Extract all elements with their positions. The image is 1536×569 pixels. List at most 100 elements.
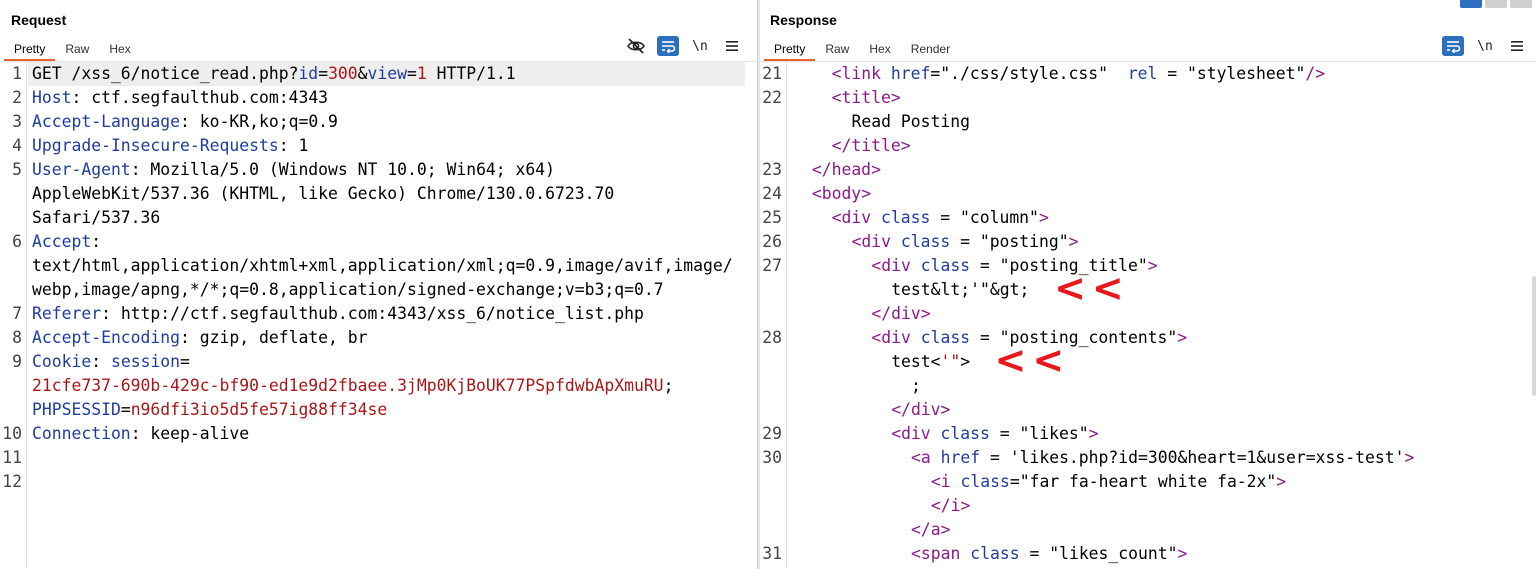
code-token: AppleWebKit/537.36 (KHTML, like Gecko) C… bbox=[32, 184, 615, 203]
code-line[interactable]: test<'"> << bbox=[760, 341, 1536, 379]
code-token: : Mozilla/5.0 (Windows NT 10.0; Win64; x… bbox=[130, 160, 556, 179]
code-token: > bbox=[1147, 256, 1158, 275]
code-line[interactable]: 1 GET /xss_6/notice_read.php?id=300&view=… bbox=[0, 62, 757, 86]
code-line[interactable]: AppleWebKit/537.36 (KHTML, like Gecko) C… bbox=[0, 182, 757, 206]
code-line[interactable]: 10 Connection: keep-alive bbox=[0, 422, 757, 446]
code-token: class bbox=[891, 232, 951, 251]
line-code: </div> bbox=[871, 302, 930, 326]
line-code: <div class = "likes"> bbox=[891, 422, 1098, 446]
code-token: > bbox=[861, 184, 872, 203]
code-token: : 1 bbox=[278, 136, 309, 155]
code-token: class bbox=[910, 256, 971, 275]
response-tab-hex[interactable]: Hex bbox=[859, 39, 900, 61]
code-line[interactable]: 27 <div class = "posting_title"> bbox=[760, 254, 1536, 278]
code-line[interactable]: 6 Accept: bbox=[0, 230, 757, 254]
response-tab-render[interactable]: Render bbox=[901, 39, 960, 61]
code-line[interactable]: 8 Accept-Encoding: gzip, deflate, br bbox=[0, 326, 757, 350]
code-token: < bbox=[911, 448, 921, 467]
code-token: < bbox=[851, 232, 862, 251]
code-token: class bbox=[910, 328, 971, 347]
code-line[interactable]: 22 <title> bbox=[760, 86, 1536, 110]
code-token: text/html,application/xhtml+xml,applicat… bbox=[32, 256, 733, 275]
code-line[interactable]: 2 Host: ctf.segfaulthub.com:4343 bbox=[0, 86, 757, 110]
code-line[interactable]: 29 <div class = "likes"> bbox=[760, 422, 1536, 446]
code-line[interactable]: 31 <span class = "likes_count"> bbox=[760, 542, 1536, 566]
code-line[interactable]: ; bbox=[760, 374, 1536, 398]
request-tab-raw[interactable]: Raw bbox=[55, 39, 99, 61]
code-token: < bbox=[831, 64, 842, 83]
code-line[interactable]: Safari/537.36 bbox=[0, 206, 757, 230]
code-line[interactable]: 21 <link href="./css/style.css" rel = "st… bbox=[760, 62, 1536, 86]
code-line[interactable]: 4 Upgrade-Insecure-Requests: 1 bbox=[0, 134, 757, 158]
code-line[interactable]: 28 <div class = "posting_contents"> bbox=[760, 326, 1536, 350]
code-line[interactable]: PHPSESSID=n96dfi3io5d5fe57ig88ff34se bbox=[0, 398, 757, 422]
code-token: view bbox=[367, 64, 408, 83]
code-line[interactable]: 21cfe737-690b-429c-bf90-ed1e9d2fbaee.3jM… bbox=[0, 374, 757, 398]
layout-tabs-button[interactable] bbox=[1510, 0, 1532, 8]
code-token: test< bbox=[891, 352, 941, 371]
hamburger-menu-icon[interactable] bbox=[721, 36, 743, 56]
code-token: : ctf.segfaulthub.com:4343 bbox=[71, 88, 329, 107]
code-token: 21cfe737-690b-429c-bf90-ed1e9d2fbaee.3jM… bbox=[32, 376, 664, 395]
code-token: Upgrade-Insecure-Requests bbox=[32, 136, 279, 155]
request-tab-hex[interactable]: Hex bbox=[99, 39, 140, 61]
code-token: i bbox=[940, 472, 951, 491]
line-code: <body> bbox=[812, 182, 871, 206]
code-line[interactable]: text/html,application/xhtml+xml,applicat… bbox=[0, 254, 757, 278]
code-token: rel bbox=[1127, 64, 1158, 83]
newline-toggle[interactable]: \n bbox=[1474, 36, 1496, 56]
line-code: text/html,application/xhtml+xml,applicat… bbox=[32, 254, 733, 278]
response-editor[interactable]: 21 <link href="./css/style.css" rel = "st… bbox=[760, 62, 1536, 569]
code-token: > bbox=[940, 400, 951, 419]
request-editor[interactable]: 1 GET /xss_6/notice_read.php?id=300&view=… bbox=[0, 62, 757, 569]
code-line[interactable]: 5 User-Agent: Mozilla/5.0 (Windows NT 10.… bbox=[0, 158, 757, 182]
wrap-lines-icon[interactable] bbox=[1442, 36, 1464, 56]
code-line[interactable]: </a> bbox=[760, 518, 1536, 542]
request-tab-pretty[interactable]: Pretty bbox=[4, 39, 56, 61]
code-line[interactable]: Read Posting bbox=[760, 110, 1536, 134]
code-token: a bbox=[920, 448, 931, 467]
code-line[interactable]: 26 <div class = "posting"> bbox=[760, 230, 1536, 254]
code-token: = bbox=[180, 352, 190, 371]
code-line[interactable]: webp,image/apng,*/*;q=0.8,application/si… bbox=[0, 278, 757, 302]
line-number: 22 bbox=[762, 88, 782, 107]
request-title: Request bbox=[11, 12, 67, 28]
code-token: div bbox=[881, 328, 911, 347]
code-token: & bbox=[357, 64, 368, 83]
code-token: </ bbox=[831, 136, 852, 155]
code-line[interactable]: </div> bbox=[760, 398, 1536, 422]
layout-split-button[interactable] bbox=[1460, 0, 1482, 8]
code-line[interactable]: test&lt;'"&gt; << bbox=[760, 269, 1536, 307]
response-tab-pretty[interactable]: Pretty bbox=[764, 39, 816, 61]
layout-horizontal-button[interactable] bbox=[1485, 0, 1507, 8]
response-title: Response bbox=[770, 12, 837, 28]
line-number: 29 bbox=[762, 424, 782, 443]
code-line[interactable]: 3 Accept-Language: ko-KR,ko;q=0.9 bbox=[0, 110, 757, 134]
code-line[interactable]: 7 Referer: http://ctf.segfaulthub.com:434… bbox=[0, 302, 757, 326]
code-line[interactable]: 23 </head> bbox=[760, 158, 1536, 182]
code-token: HTTP/1.1 bbox=[426, 64, 516, 83]
code-token: div bbox=[881, 256, 911, 275]
wrap-lines-icon[interactable] bbox=[657, 36, 679, 56]
code-token: Accept-Encoding bbox=[32, 328, 181, 347]
newline-toggle[interactable]: \n bbox=[689, 36, 711, 56]
code-token: /> bbox=[1305, 64, 1326, 83]
line-code: ; bbox=[911, 374, 921, 398]
code-line[interactable]: </title> bbox=[760, 134, 1536, 158]
code-line[interactable]: 9 Cookie: session= bbox=[0, 350, 757, 374]
response-tab-raw[interactable]: Raw bbox=[815, 39, 859, 61]
code-line[interactable]: 25 <div class = "column"> bbox=[760, 206, 1536, 230]
code-line[interactable]: </div> bbox=[760, 302, 1536, 326]
response-toolbar: \n bbox=[1442, 36, 1528, 56]
code-line[interactable]: <i class="far fa-heart white fa-2x"> bbox=[760, 470, 1536, 494]
code-line[interactable]: 30 <a href = 'likes.php?id=300&heart=1&us… bbox=[760, 446, 1536, 470]
code-line[interactable]: 24 <body> bbox=[760, 182, 1536, 206]
code-token: < bbox=[831, 88, 842, 107]
code-line[interactable]: 12 bbox=[0, 470, 757, 494]
line-code: <link href="./css/style.css" rel = "styl… bbox=[832, 62, 1325, 86]
hamburger-menu-icon[interactable] bbox=[1506, 36, 1528, 56]
code-token: GET /xss_6/notice_read.php? bbox=[32, 64, 299, 83]
code-line[interactable]: </i> bbox=[760, 494, 1536, 518]
eye-slash-icon[interactable] bbox=[625, 36, 647, 56]
code-line[interactable]: 11 bbox=[0, 446, 757, 470]
